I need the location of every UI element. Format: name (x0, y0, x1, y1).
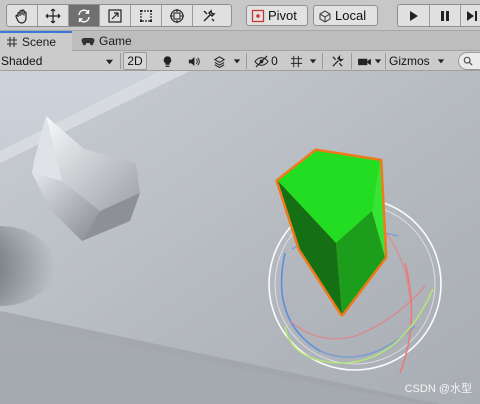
gizmos-dropdown[interactable] (435, 52, 447, 70)
move-tool-button[interactable] (38, 5, 69, 26)
lightbulb-icon (163, 55, 171, 67)
toggle-2d-button[interactable]: 2D (123, 52, 147, 70)
divider (246, 53, 247, 69)
hidden-objects-count: 0 (271, 54, 278, 68)
scale-tool-button[interactable] (100, 5, 131, 26)
divider (120, 53, 121, 69)
camera-settings-button[interactable] (354, 52, 374, 70)
local-toggle-button[interactable]: Local (313, 5, 378, 26)
transform-tools (6, 4, 232, 27)
scale-icon (108, 8, 122, 23)
grid-snap-icon (290, 55, 302, 67)
camera-icon (357, 58, 371, 65)
view-tabs: Scene Game (0, 31, 480, 51)
camera-dropdown[interactable] (373, 52, 383, 70)
transform-tool-button[interactable] (162, 5, 193, 26)
tab-game-label: Game (99, 34, 132, 48)
toggle-2d-label: 2D (127, 54, 143, 68)
rotate-icon (78, 9, 90, 22)
local-space-icon (319, 9, 331, 23)
tab-game[interactable]: Game (75, 31, 145, 51)
rect-tool-button[interactable] (131, 5, 162, 26)
step-icon (467, 10, 478, 21)
hand-tool-button[interactable] (7, 5, 38, 26)
dropdown-arrow-icon (233, 59, 241, 64)
tab-scene-label: Scene (22, 35, 57, 49)
grid-hash-icon (7, 37, 17, 47)
move-arrows-icon (45, 8, 61, 23)
rotate-tool-button[interactable] (69, 5, 100, 26)
pivot-toggle-button[interactable]: Pivot (246, 5, 308, 26)
tab-scene[interactable]: Scene (0, 31, 72, 51)
dropdown-arrow-icon (374, 59, 382, 64)
pause-icon (440, 10, 449, 21)
dropdown-arrow-icon (309, 59, 317, 64)
speaker-icon (188, 56, 200, 66)
scene-search-input[interactable] (458, 52, 480, 70)
gamepad-icon (81, 38, 95, 46)
custom-tool-button[interactable] (193, 5, 224, 26)
search-icon (463, 56, 473, 66)
scene-visibility-toggle[interactable]: 0 (249, 52, 283, 70)
divider (385, 53, 386, 69)
gizmos-button[interactable]: Gizmos (387, 52, 435, 70)
lighting-toggle[interactable] (155, 52, 179, 70)
scene-render (0, 71, 480, 404)
step-button[interactable] (461, 5, 480, 26)
rect-transform-icon (140, 9, 152, 22)
play-icon (410, 10, 419, 21)
tools-icon (203, 8, 216, 21)
shading-mode-value: Shaded (1, 54, 43, 68)
tools-cross-icon (331, 54, 344, 67)
dropdown-arrow-icon (437, 59, 445, 64)
pivot-label: Pivot (268, 8, 297, 23)
audio-toggle[interactable] (181, 52, 205, 70)
playback-controls (397, 4, 480, 27)
effects-dropdown[interactable] (231, 52, 243, 70)
grid-toggle[interactable] (285, 52, 307, 70)
watermark-text: CSDN @水型 (404, 383, 472, 395)
gizmos-label: Gizmos (389, 54, 430, 68)
dropdown-arrow-icon (105, 59, 114, 64)
divider (322, 53, 323, 69)
shading-mode-dropdown[interactable]: Shaded (0, 52, 118, 70)
play-button[interactable] (398, 5, 430, 26)
eye-slash-icon (254, 55, 269, 67)
effects-layers-icon (213, 55, 225, 68)
pivot-icon (251, 9, 265, 22)
scene-viewport[interactable]: CSDN @水型 (0, 71, 480, 404)
scene-view-toolbar: Shaded 2D 0 Gizmos (0, 51, 480, 71)
main-toolbar: Pivot Local (0, 0, 480, 31)
hand-icon (15, 8, 27, 24)
local-label: Local (335, 8, 367, 23)
effects-toggle[interactable] (207, 52, 231, 70)
scene-tools-button[interactable] (325, 52, 349, 70)
pause-button[interactable] (430, 5, 462, 26)
divider (351, 53, 352, 69)
grid-dropdown[interactable] (307, 52, 319, 70)
transform-all-icon (170, 8, 184, 23)
